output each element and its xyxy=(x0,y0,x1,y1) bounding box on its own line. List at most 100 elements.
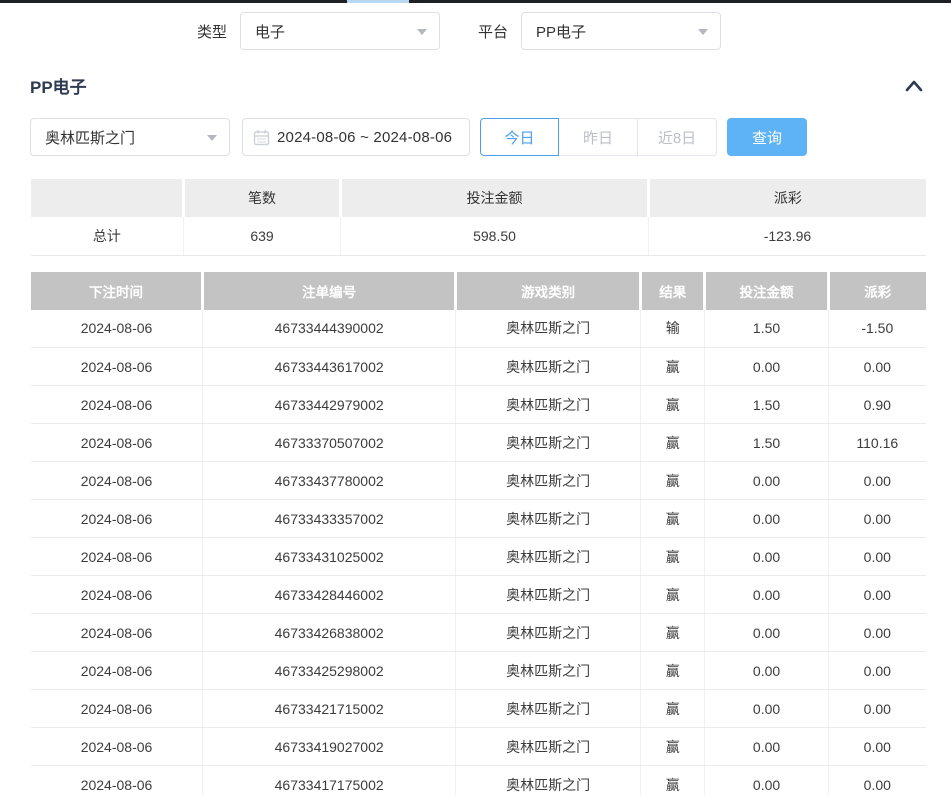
cell-result: 赢 xyxy=(640,576,705,614)
type-label: 类型 xyxy=(197,21,227,42)
date-range-input[interactable]: 2024-08-06 ~ 2024-08-06 xyxy=(242,118,470,156)
cell-bet-time: 2024-08-06 xyxy=(31,690,203,728)
yesterday-button[interactable]: 昨日 xyxy=(559,118,638,156)
cell-bet-time: 2024-08-06 xyxy=(31,614,203,652)
cell-bet-time: 2024-08-06 xyxy=(31,310,203,348)
section-title: PP电子 xyxy=(30,73,87,98)
bet-records-table: 下注时间 注单编号 游戏类别 结果 投注金额 派彩 2024-08-064673… xyxy=(31,272,926,795)
table-row: 2024-08-0646733437780002奥林匹斯之门赢0.000.00 xyxy=(31,462,926,500)
cell-result: 赢 xyxy=(640,652,705,690)
collapse-section-button[interactable] xyxy=(902,76,926,96)
cell-result: 赢 xyxy=(640,462,705,500)
cell-payout: 0.90 xyxy=(828,386,926,424)
chevron-down-icon xyxy=(417,29,427,35)
header-game-type: 游戏类别 xyxy=(456,272,641,310)
cell-order-id: 46733425298002 xyxy=(203,652,456,690)
search-button[interactable]: 查询 xyxy=(727,118,807,156)
table-row: 2024-08-0646733370507002奥林匹斯之门赢1.50110.1… xyxy=(31,424,926,462)
cell-payout: 0.00 xyxy=(828,576,926,614)
cell-bet-amount: 0.00 xyxy=(705,728,828,766)
game-select[interactable]: 奥林匹斯之门 xyxy=(30,118,230,156)
platform-select[interactable]: PP电子 xyxy=(521,12,721,50)
cell-payout: 0.00 xyxy=(828,348,926,386)
table-row: 2024-08-0646733443617002奥林匹斯之门赢0.000.00 xyxy=(31,348,926,386)
cell-payout: 0.00 xyxy=(828,462,926,500)
global-filter-row: 类型 电子 平台 PP电子 xyxy=(197,11,951,51)
calendar-icon xyxy=(253,129,270,146)
cell-game-type: 奥林匹斯之门 xyxy=(456,576,641,614)
platform-select-value: PP电子 xyxy=(536,21,586,42)
cell-game-type: 奥林匹斯之门 xyxy=(456,310,641,348)
table-row: 2024-08-0646733421715002奥林匹斯之门赢0.000.00 xyxy=(31,690,926,728)
cell-game-type: 奥林匹斯之门 xyxy=(456,386,641,424)
summary-total-label: 总计 xyxy=(31,217,183,255)
cell-result: 赢 xyxy=(640,538,705,576)
cell-game-type: 奥林匹斯之门 xyxy=(456,766,641,795)
cell-payout: 0.00 xyxy=(828,728,926,766)
quick-date-buttons: 今日 昨日 近8日 xyxy=(480,118,717,156)
date-range-value: 2024-08-06 ~ 2024-08-06 xyxy=(277,129,452,146)
today-button[interactable]: 今日 xyxy=(480,118,559,156)
cell-bet-amount: 0.00 xyxy=(705,614,828,652)
header-result: 结果 xyxy=(640,272,705,310)
table-row: 2024-08-0646733425298002奥林匹斯之门赢0.000.00 xyxy=(31,652,926,690)
cell-payout: 0.00 xyxy=(828,766,926,795)
type-select[interactable]: 电子 xyxy=(240,12,440,50)
cell-result: 赢 xyxy=(640,386,705,424)
cell-bet-amount: 0.00 xyxy=(705,576,828,614)
summary-header-bet-amount: 投注金额 xyxy=(341,179,649,217)
summary-header-empty xyxy=(31,179,183,217)
cell-result: 输 xyxy=(640,310,705,348)
cell-bet-amount: 0.00 xyxy=(705,690,828,728)
cell-order-id: 46733433357002 xyxy=(203,500,456,538)
cell-result: 赢 xyxy=(640,614,705,652)
cell-bet-amount: 1.50 xyxy=(705,424,828,462)
game-select-value: 奥林匹斯之门 xyxy=(45,127,135,148)
bet-table-header-row: 下注时间 注单编号 游戏类别 结果 投注金额 派彩 xyxy=(31,272,926,310)
cell-bet-amount: 0.00 xyxy=(705,538,828,576)
top-tab-remnant xyxy=(347,0,409,3)
platform-label: 平台 xyxy=(478,21,508,42)
table-row: 2024-08-0646733442979002奥林匹斯之门赢1.500.90 xyxy=(31,386,926,424)
cell-bet-time: 2024-08-06 xyxy=(31,766,203,795)
summary-header-payout: 派彩 xyxy=(648,179,926,217)
cell-bet-time: 2024-08-06 xyxy=(31,652,203,690)
cell-bet-time: 2024-08-06 xyxy=(31,538,203,576)
last-8-days-button[interactable]: 近8日 xyxy=(638,118,717,156)
table-row: 2024-08-0646733426838002奥林匹斯之门赢0.000.00 xyxy=(31,614,926,652)
table-row: 2024-08-0646733419027002奥林匹斯之门赢0.000.00 xyxy=(31,728,926,766)
cell-bet-time: 2024-08-06 xyxy=(31,348,203,386)
cell-payout: 0.00 xyxy=(828,690,926,728)
cell-bet-time: 2024-08-06 xyxy=(31,728,203,766)
cell-bet-time: 2024-08-06 xyxy=(31,576,203,614)
header-bet-time: 下注时间 xyxy=(31,272,203,310)
cell-bet-amount: 0.00 xyxy=(705,462,828,500)
header-bet-amount: 投注金额 xyxy=(705,272,828,310)
cell-order-id: 46733421715002 xyxy=(203,690,456,728)
cell-result: 赢 xyxy=(640,728,705,766)
cell-result: 赢 xyxy=(640,348,705,386)
table-row: 2024-08-0646733428446002奥林匹斯之门赢0.000.00 xyxy=(31,576,926,614)
cell-game-type: 奥林匹斯之门 xyxy=(456,652,641,690)
table-row: 2024-08-0646733444390002奥林匹斯之门输1.50-1.50 xyxy=(31,310,926,348)
cell-result: 赢 xyxy=(640,690,705,728)
cell-payout: 0.00 xyxy=(828,652,926,690)
cell-bet-amount: 1.50 xyxy=(705,386,828,424)
chevron-down-icon xyxy=(698,29,708,35)
cell-game-type: 奥林匹斯之门 xyxy=(456,462,641,500)
cell-bet-time: 2024-08-06 xyxy=(31,500,203,538)
cell-bet-amount: 0.00 xyxy=(705,500,828,538)
cell-payout: 0.00 xyxy=(828,538,926,576)
cell-order-id: 46733444390002 xyxy=(203,310,456,348)
cell-order-id: 46733443617002 xyxy=(203,348,456,386)
cell-game-type: 奥林匹斯之门 xyxy=(456,690,641,728)
chevron-up-icon xyxy=(904,79,924,93)
chevron-down-icon xyxy=(207,135,217,141)
cell-order-id: 46733428446002 xyxy=(203,576,456,614)
header-payout: 派彩 xyxy=(828,272,926,310)
header-order-id: 注单编号 xyxy=(203,272,456,310)
table-row: 2024-08-0646733433357002奥林匹斯之门赢0.000.00 xyxy=(31,500,926,538)
cell-payout: -1.50 xyxy=(828,310,926,348)
cell-order-id: 46733437780002 xyxy=(203,462,456,500)
type-select-value: 电子 xyxy=(255,21,285,42)
